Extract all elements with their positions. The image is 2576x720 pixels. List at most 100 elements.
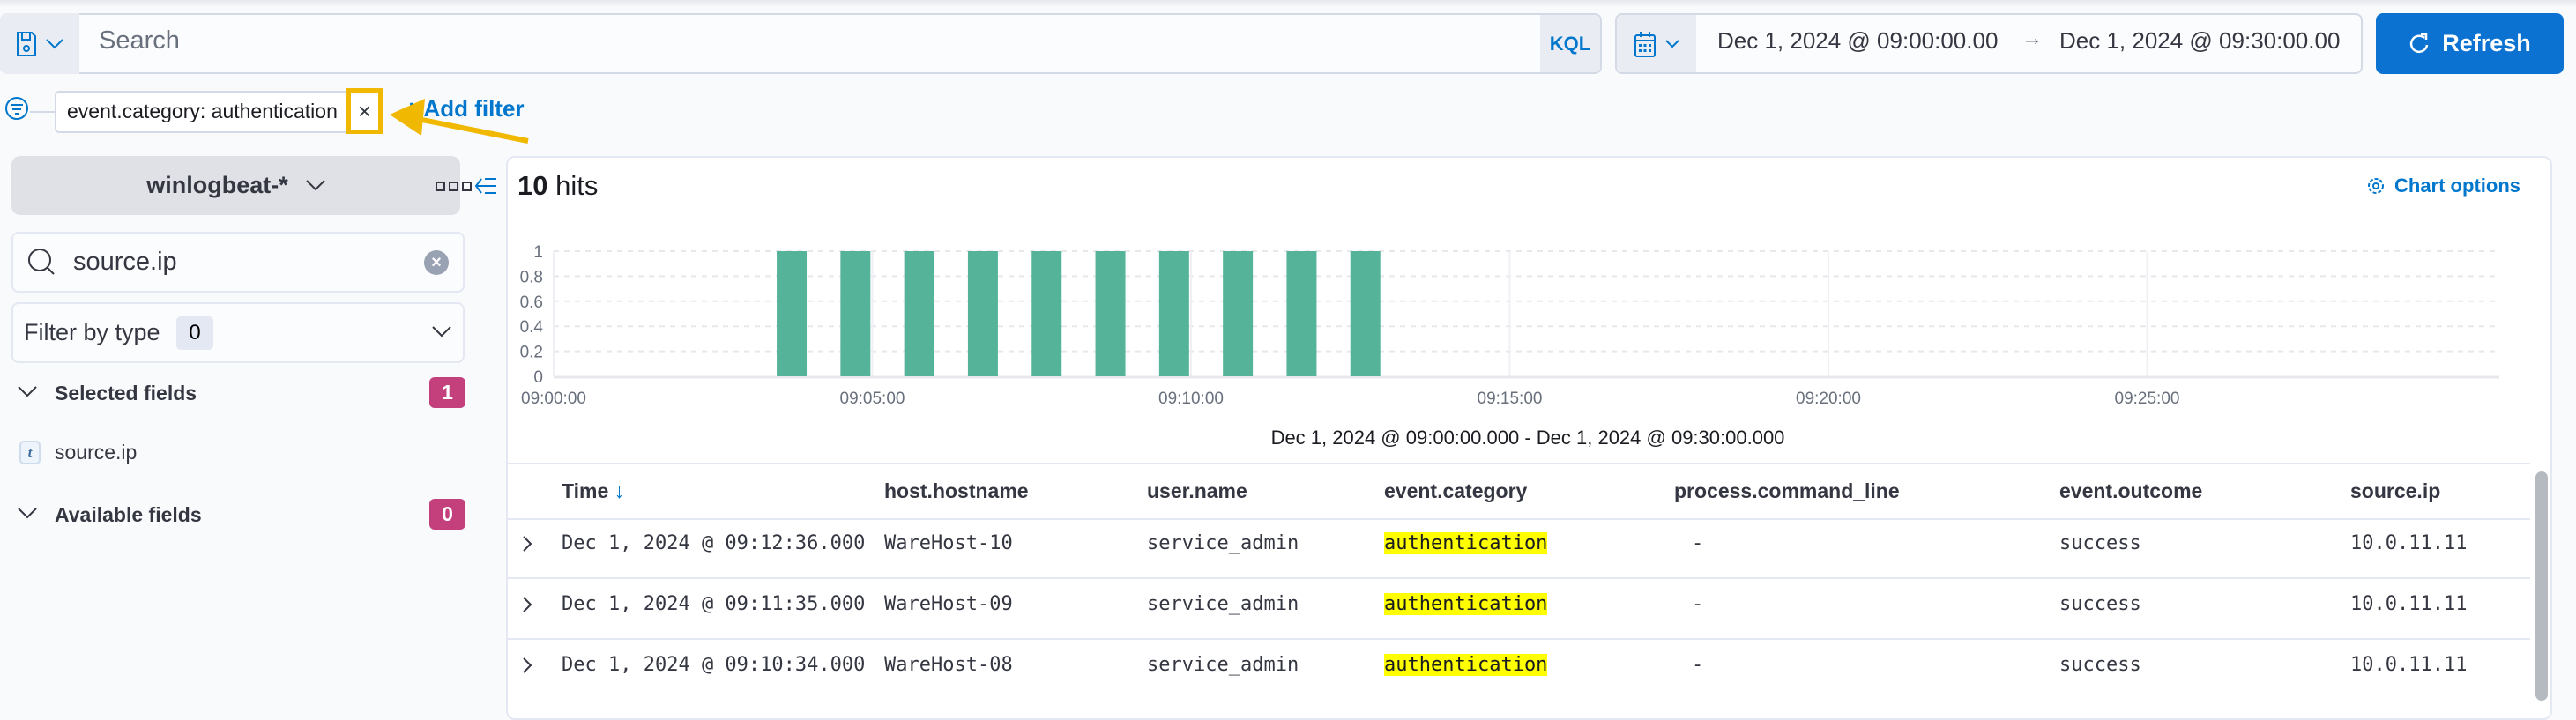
cell-source-ip: 10.0.11.11	[2350, 654, 2467, 676]
collapse-sidebar-icon[interactable]	[474, 176, 497, 196]
cell-value: 10.0.11.11	[2350, 532, 2468, 554]
filter-by-type-label: Filter by type	[24, 319, 160, 345]
close-icon: ×	[357, 97, 372, 124]
refresh-button[interactable]: Refresh	[2376, 13, 2564, 74]
cell-host-hostname: WareHost-10	[884, 532, 1013, 554]
cell-user-name: service_admin	[1147, 593, 1299, 615]
cell-process-command-line: -	[1692, 532, 1703, 554]
index-pattern-selector[interactable]: winlogbeat-*	[11, 156, 460, 215]
chevron-down-icon	[46, 38, 63, 48]
cell-value: 10.0.11.11	[2350, 593, 2468, 615]
expand-row-icon[interactable]	[522, 596, 532, 613]
column-header-label: user.name	[1147, 479, 1247, 502]
gear-icon	[2368, 178, 2384, 194]
start-date[interactable]: Dec 1, 2024 @ 09:00:00.00	[1717, 27, 1998, 55]
divider	[508, 463, 2530, 464]
chevron-down-icon[interactable]	[18, 386, 37, 398]
histogram-bar	[777, 251, 808, 376]
calendar-icon	[1634, 31, 1656, 57]
cell-value: WareHost-09	[884, 593, 1013, 615]
top-shadow	[0, 0, 2576, 7]
cell-value: Dec 1, 2024 @ 09:11:35.000	[562, 593, 866, 615]
cell-value: 10.0.11.11	[2350, 654, 2468, 676]
histogram-chart[interactable]: 0 0.2 0.4 0.6 0.8 1 09:00:00 09:05:00 09:10:00 09…	[506, 229, 2534, 458]
x-tick-label: 09:00:00	[521, 390, 586, 408]
chevron-down-icon[interactable]	[18, 508, 37, 520]
selected-fields-count: 1	[429, 377, 465, 408]
y-tick-label: 1	[533, 243, 543, 262]
cell-process-command-line: -	[1692, 593, 1703, 615]
expand-row-icon[interactable]	[522, 535, 532, 553]
x-tick-label: 09:20:00	[1796, 390, 1861, 408]
histogram-bar	[1350, 251, 1381, 376]
cell-value: service_admin	[1147, 532, 1299, 554]
refresh-icon	[2410, 33, 2429, 53]
histogram-bar	[1223, 251, 1254, 376]
column-header-user-name[interactable]: user.name	[1147, 479, 1247, 503]
search-placeholder[interactable]: Search	[99, 26, 180, 56]
filter-pill-label[interactable]: event.category: authentication	[67, 100, 338, 123]
chart-options-button[interactable]: Chart options	[2366, 174, 2520, 197]
end-date[interactable]: Dec 1, 2024 @ 09:30:00.00	[2059, 27, 2340, 55]
cell-event-outcome: success	[2059, 593, 2141, 615]
search-icon	[28, 249, 55, 275]
column-header-host-hostname[interactable]: host.hostname	[884, 479, 1029, 503]
histogram-bar	[904, 251, 934, 376]
query-language-button[interactable]: KQL	[1540, 15, 1600, 72]
histogram-bar	[1286, 251, 1317, 376]
sort-descending-icon[interactable]: ↓	[614, 479, 625, 502]
column-header-event-outcome[interactable]: event.outcome	[2059, 479, 2202, 503]
cell-value: success	[2059, 532, 2141, 554]
refresh-label: Refresh	[2442, 30, 2531, 56]
filter-type-count: 0	[176, 316, 213, 350]
hits-count: 10 hits	[517, 170, 598, 202]
cell-event-category: authentication	[1384, 593, 1548, 615]
cell-value: service_admin	[1147, 593, 1299, 615]
column-header-label: event.category	[1384, 479, 1528, 502]
cell-value: -	[1692, 654, 1704, 676]
index-pattern-label: winlogbeat-*	[146, 172, 288, 198]
selected-fields-heading[interactable]: Selected fields	[55, 382, 197, 405]
chart-x-label: Dec 1, 2024 @ 09:00:00.000 - Dec 1, 2024…	[1270, 427, 1785, 449]
clear-search-icon[interactable]: ×	[424, 250, 449, 275]
x-tick-label: 09:05:00	[840, 390, 905, 408]
x-tick-label: 09:15:00	[1478, 390, 1543, 408]
column-header-time[interactable]: Time ↓	[562, 479, 624, 503]
quick-select-button[interactable]	[1617, 15, 1696, 72]
histogram-bar	[1158, 251, 1189, 376]
filter-menu-icon[interactable]	[5, 97, 28, 120]
x-tick-label: 09:10:00	[1158, 390, 1224, 408]
table-scrollbar[interactable]	[2535, 471, 2548, 701]
x-tick-label: 09:25:00	[2115, 390, 2180, 408]
cell-value: authentication	[1384, 593, 1548, 615]
cell-value: success	[2059, 593, 2141, 615]
histogram-bar	[840, 251, 871, 376]
remove-filter-button[interactable]: ×	[346, 88, 383, 134]
cell-value: service_admin	[1147, 654, 1299, 676]
expand-row-icon[interactable]	[522, 657, 532, 674]
cell-time: Dec 1, 2024 @ 09:10:34.000	[562, 654, 865, 676]
cell-value: -	[1692, 593, 1704, 615]
cell-user-name: service_admin	[1147, 654, 1299, 676]
field-search-value[interactable]: source.ip	[73, 248, 177, 277]
annotation-arrow-icon	[390, 99, 529, 144]
column-header-label: host.hostname	[884, 479, 1029, 502]
cell-time: Dec 1, 2024 @ 09:12:36.000	[562, 532, 865, 554]
cell-value: Dec 1, 2024 @ 09:10:34.000	[562, 654, 866, 676]
query-input[interactable]	[0, 13, 1602, 74]
column-header-event-category[interactable]: event.category	[1384, 479, 1527, 503]
column-header-label: process.command_line	[1674, 479, 1900, 502]
cell-value: WareHost-10	[884, 532, 1013, 554]
histogram-bar	[967, 251, 998, 376]
hits-number: 10	[517, 170, 548, 201]
cell-value: -	[1692, 532, 1704, 554]
saved-query-button[interactable]	[0, 13, 79, 74]
more-options-icon[interactable]	[436, 182, 472, 191]
column-header-process-command-line[interactable]: process.command_line	[1674, 479, 1900, 503]
histogram-bar	[1031, 251, 1062, 376]
available-fields-heading[interactable]: Available fields	[55, 503, 202, 527]
cell-value: WareHost-08	[884, 654, 1013, 676]
column-header-label: source.ip	[2350, 479, 2441, 502]
column-header-source-ip[interactable]: source.ip	[2350, 479, 2440, 503]
available-fields-count: 0	[429, 499, 465, 530]
